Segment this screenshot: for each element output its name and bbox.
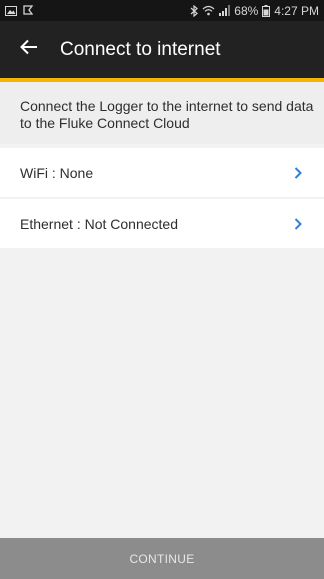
arrow-left-icon (20, 39, 38, 60)
chevron-right-icon (294, 217, 302, 230)
continue-button[interactable]: CONTINUE (0, 538, 324, 579)
signal-icon (219, 5, 231, 16)
battery-percent: 68% (234, 3, 259, 18)
wifi-option-label: WiFi : None (20, 164, 94, 181)
wifi-icon (202, 5, 215, 16)
status-bar: 68% 4:27 PM (0, 0, 324, 21)
ethernet-option-label: Ethernet : Not Connected (20, 215, 178, 232)
chevron-right-icon (294, 166, 302, 179)
bluetooth-icon (190, 4, 199, 17)
flag-notification-icon (23, 5, 33, 16)
image-notification-icon (5, 5, 17, 16)
ethernet-option[interactable]: Ethernet : Not Connected (0, 199, 324, 248)
page-title: Connect to internet (60, 38, 221, 60)
back-button[interactable] (9, 21, 49, 78)
intro-text: Connect the Logger to the internet to se… (0, 82, 324, 144)
app-bar: Connect to internet (0, 21, 324, 78)
wifi-option[interactable]: WiFi : None (0, 148, 324, 197)
battery-icon (262, 4, 271, 17)
clock: 4:27 PM (274, 3, 319, 18)
